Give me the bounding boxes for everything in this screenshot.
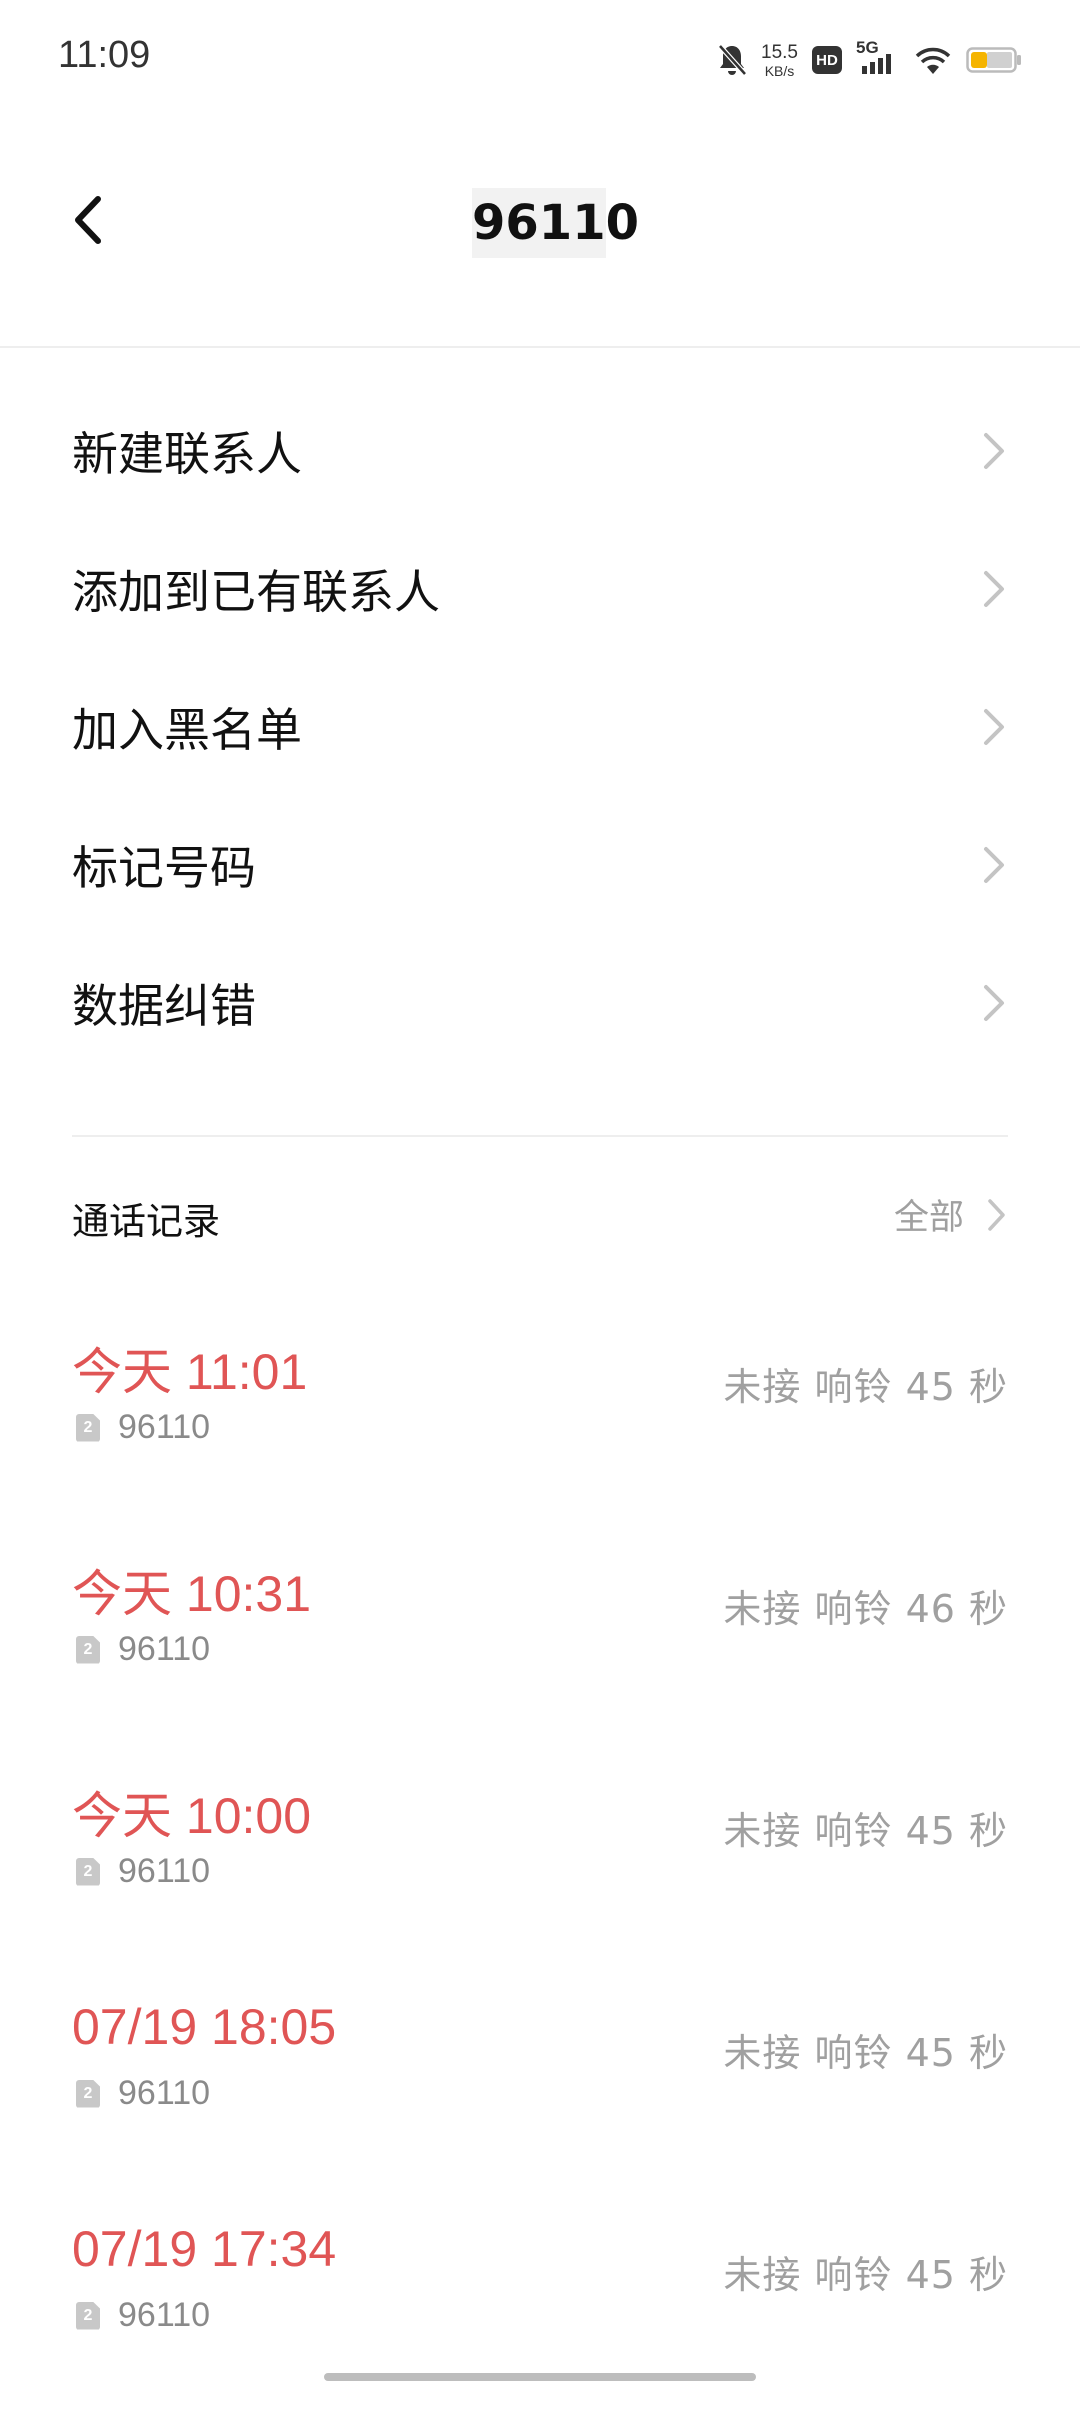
back-button[interactable]: [58, 190, 118, 250]
call-number: 96110: [118, 1408, 211, 1446]
menu-item-label: 添加到已有联系人: [72, 565, 440, 619]
call-time: 07/19 17:34: [72, 2221, 337, 2277]
menu-item-label: 加入黑名单: [72, 703, 302, 757]
chevron-right-icon: [984, 571, 1004, 607]
call-sub-info: 2 96110: [76, 1630, 210, 1669]
chevron-right-icon: [984, 709, 1004, 745]
call-number: 96110: [118, 1852, 211, 1890]
bell-muted-icon: [717, 43, 747, 77]
menu-item-label: 标记号码: [72, 841, 256, 895]
action-menu: 新建联系人 添加到已有联系人 加入黑名单 标记号码 数据纠错: [0, 382, 1080, 1072]
call-sub-info: 2 96110: [76, 1408, 210, 1447]
call-log-title: 通话记录: [72, 1200, 220, 1243]
chevron-right-icon: [984, 847, 1004, 883]
chevron-right-icon: [984, 985, 1004, 1021]
menu-item-data-correction[interactable]: 数据纠错: [0, 934, 1080, 1072]
chevron-right-icon: [984, 433, 1004, 469]
call-record[interactable]: 07/19 18:05 2 96110 未接 响铃 45 秒: [0, 1966, 1080, 2188]
call-time: 今天 11:01: [72, 1344, 308, 1400]
call-number: 96110: [118, 2074, 211, 2112]
section-divider: [72, 1135, 1008, 1137]
call-status: 未接 响铃 45 秒: [723, 2031, 1008, 2075]
status-time: 11:09: [58, 34, 151, 76]
net-speed-unit: KB/s: [764, 62, 795, 79]
chevron-right-icon: [988, 1198, 1005, 1231]
sim-card-icon: 2: [76, 2079, 100, 2108]
call-time: 07/19 18:05: [72, 1999, 337, 2055]
menu-item-label: 数据纠错: [72, 979, 256, 1033]
call-sub-info: 2 96110: [76, 1852, 210, 1891]
sim-card-icon: 2: [76, 1635, 100, 1664]
status-icons: 15.5 KB/s HD 5G: [717, 38, 1022, 82]
view-all-label: 全部: [893, 1198, 964, 1238]
page-title: 96110: [472, 188, 639, 258]
menu-item-blacklist[interactable]: 加入黑名单: [0, 658, 1080, 796]
call-time: 今天 10:31: [72, 1566, 312, 1622]
menu-item-add-to-existing[interactable]: 添加到已有联系人: [0, 520, 1080, 658]
call-number: 96110: [118, 2296, 211, 2334]
view-all-button[interactable]: 全部: [894, 1189, 1008, 1240]
call-record[interactable]: 今天 10:00 2 96110 未接 响铃 45 秒: [0, 1744, 1080, 1966]
sim-card-icon: 2: [76, 1857, 100, 1886]
menu-item-label: 新建联系人: [72, 427, 302, 481]
chevron-left-icon: [75, 196, 101, 244]
home-indicator[interactable]: [324, 2373, 756, 2381]
status-bar: 11:09 15.5 KB/s HD 5G: [0, 0, 1080, 120]
header: 96110: [0, 150, 1080, 348]
call-log-header: 通话记录 全部: [0, 1175, 1080, 1255]
sim-card-icon: 2: [76, 1413, 100, 1442]
call-status: 未接 响铃 45 秒: [723, 1365, 1008, 1409]
call-sub-info: 2 96110: [76, 2296, 210, 2335]
call-record[interactable]: 今天 10:31 2 96110 未接 响铃 46 秒: [0, 1522, 1080, 1744]
call-log-list: 今天 11:01 2 96110 未接 响铃 45 秒 今天 10:31 2 9…: [0, 1300, 1080, 2410]
call-status: 未接 响铃 45 秒: [723, 1809, 1008, 1853]
call-time: 今天 10:00: [72, 1788, 312, 1844]
net-speed-value: 15.5: [761, 41, 798, 63]
hd-icon: HD: [812, 46, 842, 74]
call-number: 96110: [118, 1630, 211, 1668]
menu-item-mark-number[interactable]: 标记号码: [0, 796, 1080, 934]
net-speed: 15.5 KB/s: [761, 43, 798, 78]
menu-item-new-contact[interactable]: 新建联系人: [0, 382, 1080, 520]
call-record[interactable]: 今天 11:01 2 96110 未接 响铃 45 秒: [0, 1300, 1080, 1522]
wifi-icon: [914, 44, 952, 76]
call-status: 未接 响铃 45 秒: [723, 2253, 1008, 2297]
battery-icon: [966, 45, 1022, 75]
sim-card-icon: 2: [76, 2301, 100, 2330]
call-status: 未接 响铃 46 秒: [723, 1587, 1008, 1631]
signal-icon: 5G: [856, 38, 900, 78]
call-sub-info: 2 96110: [76, 2074, 210, 2113]
